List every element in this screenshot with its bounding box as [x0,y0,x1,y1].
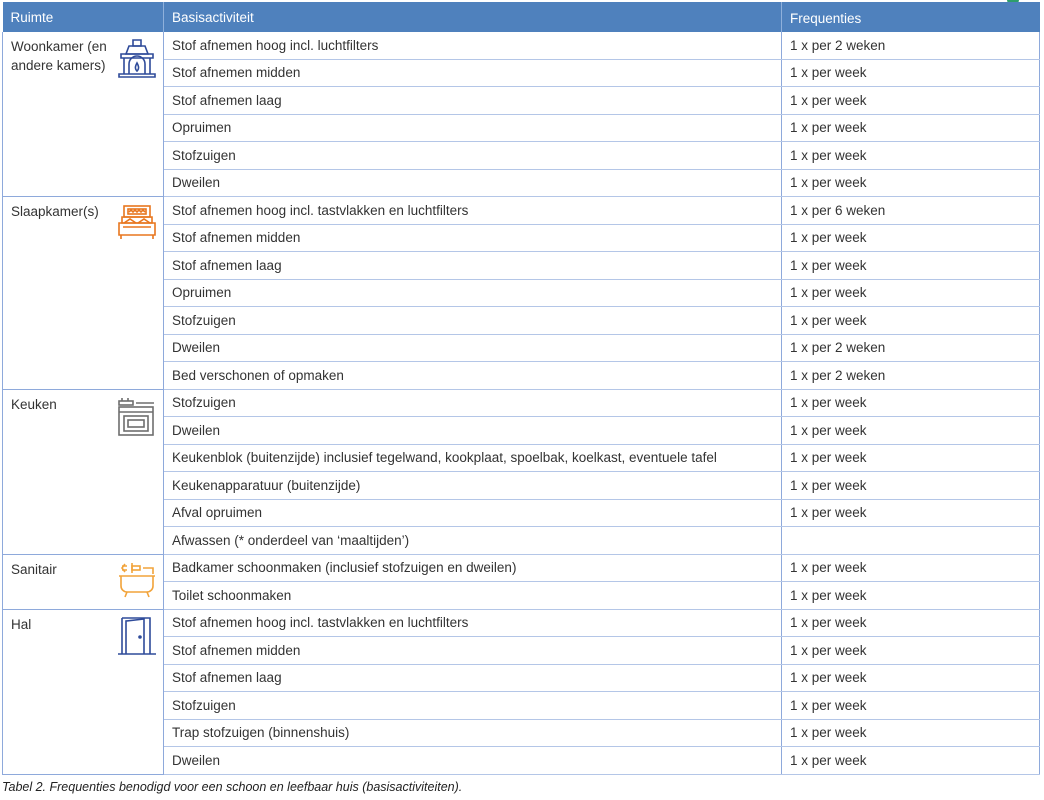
activity-cell: Keukenblok (buitenzijde) inclusief tegel… [163,444,782,472]
activity-cell: Keukenapparatuur (buitenzijde) [163,471,782,500]
frequency-cell: 1 x per week [781,444,1040,472]
frequency-cell: 1 x per week [781,609,1040,637]
frequency-cell: 1 x per week [781,224,1040,252]
frequency-cell: 1 x per week [781,664,1040,692]
activity-cell: Dweilen [163,416,782,445]
frequency-cell: 1 x per week [781,59,1040,87]
room-cell: Woonkamer (en andere kamers) [2,32,164,197]
frequency-cell: 1 x per week [781,169,1040,197]
frequency-cell: 1 x per week [781,306,1040,335]
table-body: Woonkamer (en andere kamers) Stof afneme… [2,32,1040,775]
frequency-cell: 1 x per week [781,86,1040,115]
frequency-cell: 1 x per week [781,746,1040,775]
activity-cell: Opruimen [163,279,782,307]
activity-cell: Afwassen (* onderdeel van ‘maaltijden’) [163,526,782,555]
frequency-cell: 1 x per 2 weken [781,361,1040,390]
activity-cell: Trap stofzuigen (binnenshuis) [163,719,782,747]
frequency-cell: 1 x per week [781,499,1040,527]
table-row: Woonkamer (en andere kamers) Stof afneme… [2,32,1040,197]
table-row: Hal Stof afnemen hoog incl. tastvlakken … [2,609,1040,775]
bathtub-icon [116,560,158,602]
activity-cell: Stof afnemen laag [163,86,782,115]
header-ruimte: Ruimte [2,2,164,32]
frequency-cell: 1 x per 6 weken [781,196,1040,225]
bed-icon [116,202,158,244]
room-name: Hal [11,616,32,632]
activity-cell: Dweilen [163,169,782,197]
activity-cell: Stofzuigen [163,141,782,170]
room-name: Sanitair [11,561,57,577]
frequency-cell [781,526,1040,555]
table-row: Sanitair Badkamer schoonmaken (inclusief… [2,554,1040,610]
activity-cell: Stof afnemen laag [163,251,782,280]
frequency-cell: 1 x per week [781,471,1040,500]
frequency-cell: 1 x per week [781,554,1040,582]
header-frequenties: Frequenties [781,2,1040,32]
room-cell: Sanitair [2,554,164,610]
frequency-cell: 1 x per week [781,719,1040,747]
frequency-cell: 1 x per week [781,636,1040,665]
frequency-cell: 1 x per week [781,416,1040,445]
frequency-cell: 1 x per week [781,581,1040,610]
room-name: Woonkamer (en andere kamers) [11,39,107,73]
room-name: Slaapkamer(s) [11,204,99,219]
frequency-cell: 1 x per week [781,389,1040,417]
activity-cell: Toilet schoonmaken [163,581,782,610]
fireplace-icon [116,37,158,79]
activity-cell: Stofzuigen [163,389,782,417]
activity-cell: Stof afnemen hoog incl. luchtfilters [163,32,782,60]
activity-cell: Stof afnemen hoog incl. tastvlakken en l… [163,609,782,637]
activity-cell: Stof afnemen midden [163,636,782,665]
activity-cell: Stof afnemen hoog incl. tastvlakken en l… [163,196,782,225]
activity-cell: Stof afnemen laag [163,664,782,692]
table-header: Ruimte Basisactiviteit Frequenties [2,2,1040,32]
activity-cell: Afval opruimen [163,499,782,527]
frequency-cell: 1 x per week [781,114,1040,142]
header-basisactiviteit: Basisactiviteit [163,2,782,32]
activity-cell: Stof afnemen midden [163,59,782,87]
frequency-cell: 1 x per week [781,691,1040,720]
room-name: Keuken [11,396,57,412]
room-cell: Hal [2,609,164,775]
door-icon [116,615,158,657]
frequency-table: Ruimte Basisactiviteit Frequenties Woonk… [2,2,1040,775]
stove-icon [116,395,158,437]
activity-cell: Stofzuigen [163,691,782,720]
table-caption: Tabel 2. Frequenties benodigd voor een s… [2,780,463,794]
frequency-cell: 1 x per 2 weken [781,32,1040,60]
table-row: Slaapkamer(s) Stof afnemen hoog incl. ta… [2,196,1040,390]
activity-cell: Stof afnemen midden [163,224,782,252]
room-cell: Keuken [2,389,164,555]
table-row: Keuken Stofzuigen 1 x per week [2,389,1040,555]
room-cell: Slaapkamer(s) [2,196,164,390]
frequency-cell: 1 x per week [781,141,1040,170]
activity-cell: Stofzuigen [163,306,782,335]
frequency-cell: 1 x per week [781,251,1040,280]
activity-cell: Dweilen [163,334,782,362]
activity-cell: Bed verschonen of opmaken [163,361,782,390]
activity-cell: Dweilen [163,746,782,775]
frequency-cell: 1 x per week [781,279,1040,307]
frequency-cell: 1 x per 2 weken [781,334,1040,362]
activity-cell: Badkamer schoonmaken (inclusief stofzuig… [163,554,782,582]
activity-cell: Opruimen [163,114,782,142]
